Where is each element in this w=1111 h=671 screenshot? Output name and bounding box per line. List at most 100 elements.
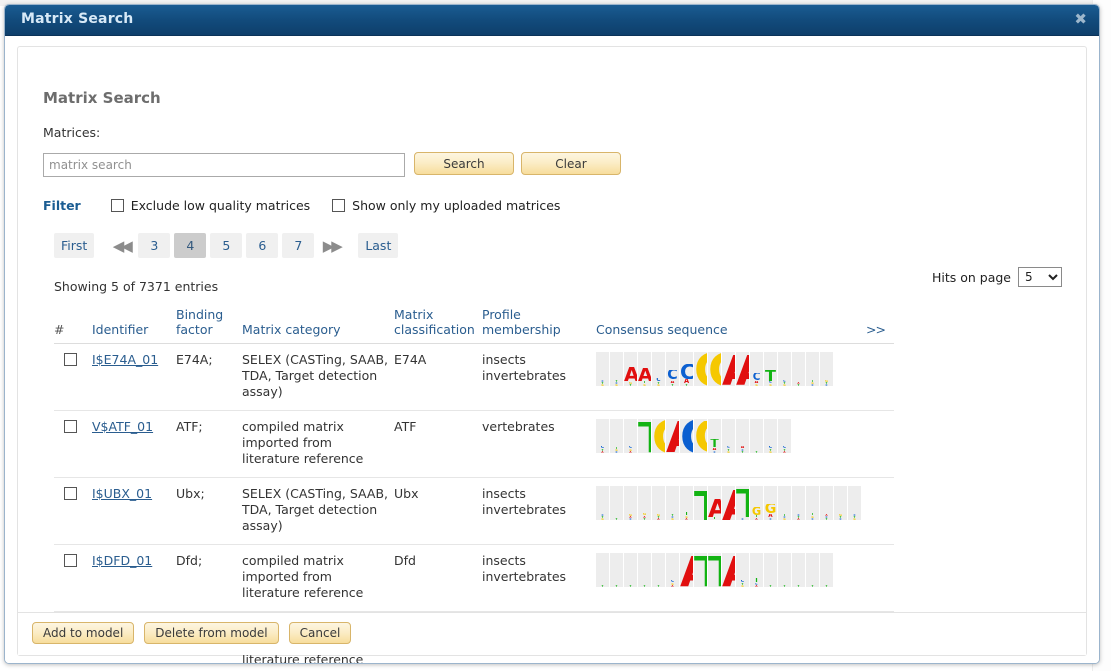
- table-row[interactable]: I$UBX_01 Ubx; SELEX (CASTing, SAAB, TDA, T…: [54, 477, 894, 545]
- logo-column: T: [806, 553, 819, 587]
- header-matrix-classification[interactable]: Matrix classification: [394, 305, 482, 344]
- dialog-titlebar: Matrix Search ✖: [5, 5, 1099, 36]
- logo-column: A: [736, 352, 749, 386]
- logo-letter-T: T: [769, 585, 772, 587]
- logo-column: TGC: [806, 486, 819, 520]
- page-next-icon[interactable]: ▶▶: [318, 233, 344, 258]
- delete-from-model-button[interactable]: Delete from model: [144, 622, 279, 644]
- cell-consensus-sequence: TTTTTCGAATTACTGTCATTTTT: [596, 544, 866, 612]
- cell-matrix-category: compiled matrix imported from literature…: [242, 544, 394, 612]
- table-row[interactable]: I$E74A_01 E74A; SELEX (CASTing, SAAB, TDA,…: [54, 343, 894, 411]
- search-button[interactable]: Search: [414, 152, 514, 175]
- logo-column: TGC: [806, 352, 819, 386]
- logo-column: T: [820, 553, 833, 587]
- logo-column: GTC: [834, 486, 847, 520]
- logo-letter-A: A: [601, 451, 604, 453]
- header-profile-membership[interactable]: Profile membership: [482, 305, 596, 344]
- clear-button[interactable]: Clear: [521, 152, 621, 175]
- logo-letter-G: G: [694, 421, 707, 453]
- row-checkbox[interactable]: [64, 353, 77, 366]
- logo-letter-G: G: [751, 507, 762, 516]
- logo-letter-T: T: [741, 451, 744, 453]
- checkbox-exclude-low-quality[interactable]: [110, 199, 124, 212]
- logo-letter-G: G: [755, 383, 758, 386]
- logo-column: CGA: [624, 419, 637, 453]
- cell-binding-factor: Dfd;: [176, 544, 242, 612]
- logo-letter-T: T: [629, 585, 632, 587]
- table-row[interactable]: I$DFD_01 Dfd; compiled matrix imported fro…: [54, 544, 894, 612]
- page-number-7[interactable]: 7: [282, 233, 315, 258]
- logo-column: T: [624, 553, 637, 587]
- identifier-link[interactable]: V$ATF_01: [92, 419, 153, 434]
- sequence-logo: TTTTTCGAATTACTGTCATTTTT: [596, 553, 862, 587]
- page-first-button[interactable]: First: [54, 233, 95, 258]
- cell-matrix-category: SELEX (CASTing, SAAB, TDA, Target detect…: [242, 477, 394, 545]
- logo-letter-A: A: [736, 355, 749, 386]
- row-checkbox[interactable]: [64, 554, 77, 567]
- logo-column: G: [694, 352, 707, 386]
- page-number-4[interactable]: 4: [174, 233, 207, 258]
- logo-letter-T: T: [765, 369, 776, 382]
- cell-profile-membership: insects invertebrates: [482, 343, 596, 411]
- content-panel: Matrix Search Matrices: Search Clear Fil…: [17, 46, 1087, 663]
- logo-letter-C: C: [741, 517, 744, 520]
- logo-column: T: [792, 553, 805, 587]
- cell-identifier: V$ATF_01: [92, 410, 176, 478]
- filter-exclude-low-quality[interactable]: Exclude low quality matrices: [110, 198, 310, 213]
- logo-letter-A: A: [722, 490, 735, 520]
- logo-column: CTG: [778, 352, 791, 386]
- identifier-link[interactable]: I$DFD_01: [92, 553, 152, 568]
- row-checkbox[interactable]: [64, 487, 77, 500]
- hits-on-page-select[interactable]: 5102550100: [1018, 267, 1062, 287]
- page-number-3[interactable]: 3: [138, 233, 171, 258]
- identifier-link[interactable]: I$UBX_01: [92, 486, 152, 501]
- close-icon[interactable]: ✖: [1074, 11, 1087, 27]
- header-matrix-category[interactable]: Matrix category: [242, 305, 394, 344]
- page-last-button[interactable]: Last: [358, 233, 399, 258]
- logo-letter-C: C: [769, 517, 772, 520]
- matrices-label: Matrices:: [43, 125, 101, 140]
- logo-column: AT: [792, 352, 805, 386]
- logo-letter-A: A: [797, 518, 800, 520]
- logo-column: CTA: [596, 419, 609, 453]
- logo-letter-C: C: [811, 518, 814, 520]
- logo-column: T: [610, 486, 623, 520]
- logo-column: G: [694, 419, 707, 453]
- cell-consensus-sequence: CTGTGACGATGTATCGTGATATATCGTAGACTCGCTATGC…: [596, 477, 866, 545]
- pagination: First ◀◀ 3 4 5 6 7 ▶▶ Last: [54, 233, 399, 258]
- row-checkbox[interactable]: [64, 420, 77, 433]
- cell-binding-factor: E74A;: [176, 343, 242, 411]
- header-binding-factor[interactable]: Binding factor: [176, 305, 242, 344]
- page-number-6[interactable]: 6: [246, 233, 279, 258]
- matrix-search-input[interactable]: [43, 153, 405, 177]
- logo-column: GTC: [820, 352, 833, 386]
- checkbox-show-only-uploaded[interactable]: [332, 199, 346, 212]
- identifier-link[interactable]: I$E74A_01: [92, 352, 158, 367]
- logo-column: GAT: [638, 486, 651, 520]
- logo-letter-A: A: [722, 556, 735, 587]
- cell-consensus-sequence: CTATGCCGATGACGTACCTGACTTCTGCTA: [596, 410, 866, 478]
- logo-column: TGA: [680, 486, 693, 520]
- logo-letter-A: A: [755, 517, 758, 520]
- logo-letter-G: G: [652, 420, 665, 453]
- logo-letter-G: G: [741, 585, 744, 587]
- expand-columns-icon[interactable]: >>: [866, 322, 886, 337]
- logo-letter-T: T: [825, 518, 828, 520]
- header-identifier[interactable]: Identifier: [92, 305, 176, 344]
- logo-letter-A: A: [680, 556, 693, 587]
- page-number-5[interactable]: 5: [210, 233, 243, 258]
- logo-column: A: [722, 486, 735, 520]
- cell-matrix-classification: Dfd: [394, 544, 482, 612]
- page-prev-icon[interactable]: ◀◀: [108, 233, 134, 258]
- logo-column: A: [680, 553, 693, 587]
- cancel-button[interactable]: Cancel: [288, 622, 352, 644]
- add-to-model-button[interactable]: Add to model: [32, 622, 135, 644]
- logo-letter-G: G: [601, 384, 604, 386]
- logo-column: T: [638, 553, 651, 587]
- logo-column: CTA: [792, 486, 805, 520]
- filter-show-only-uploaded[interactable]: Show only my uploaded matrices: [332, 198, 560, 213]
- cell-matrix-classification: ATF: [394, 410, 482, 478]
- table-row[interactable]: V$ATF_01 ATF; compiled matrix imported fro…: [54, 410, 894, 478]
- logo-column: ACT: [820, 486, 833, 520]
- header-num: #: [54, 305, 92, 344]
